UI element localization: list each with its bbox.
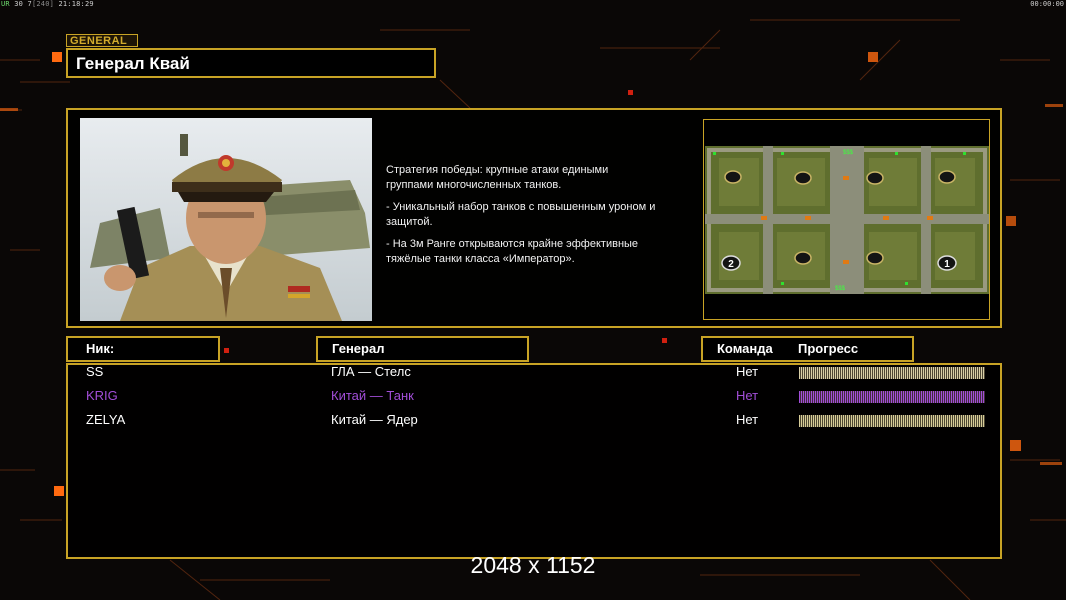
column-team-progress: Команда Прогресс: [701, 336, 914, 362]
resolution-label: 2048 x 1152: [470, 552, 596, 578]
player-nick: ZELYA: [86, 412, 126, 427]
column-team-label: Команда: [717, 341, 773, 356]
general-name: Генерал Квай: [76, 54, 190, 73]
frame-total: [240]: [31, 0, 55, 8]
player-team: Нет: [736, 364, 759, 379]
map-preview: 2 1 $$$ $$$: [705, 146, 989, 294]
player-row: SS ГЛА — Стелс Нет: [0, 363, 1066, 383]
column-nick: Ник:: [66, 336, 220, 362]
player-row: ZELYA Китай — Ядер Нет: [0, 411, 1066, 431]
description-tanks: - Уникальный набор танков с повышенным у…: [386, 201, 656, 228]
general-description: Стратегия победы: крупные атаки едиными …: [386, 163, 701, 274]
player-general: Китай — Танк: [331, 388, 414, 403]
player-general: Китай — Ядер: [331, 412, 418, 427]
player-nick: SS: [86, 364, 104, 379]
start-position-2: 2: [728, 259, 734, 270]
ur-label: UR: [1, 0, 10, 8]
start-position-1: 1: [944, 259, 950, 270]
game-timer: 00:00:00: [1030, 0, 1064, 8]
player-progress-bar: [799, 391, 985, 403]
column-general: Генерал: [316, 336, 529, 362]
description-rank3: - На 3м Ранге открываются крайне эффекти…: [386, 238, 639, 265]
player-team: Нет: [736, 412, 759, 427]
supply-label-top: $$$: [843, 150, 854, 156]
column-progress-label: Прогресс: [798, 341, 859, 356]
player-general: ГЛА — Стелс: [331, 364, 411, 379]
fps-counter: UR 30 7[240] 21:18:29: [1, 0, 94, 8]
general-tag: GENERAL: [66, 34, 138, 47]
column-nick-label: Ник:: [86, 341, 115, 356]
player-progress-bar: [799, 415, 985, 427]
player-team: Нет: [736, 388, 759, 403]
player-nick: KRIG: [86, 388, 118, 403]
supply-label-bottom: $$$: [835, 286, 846, 292]
column-general-label: Генерал: [332, 341, 385, 356]
general-portrait: [80, 118, 372, 321]
player-row: KRIG Китай — Танк Нет: [0, 387, 1066, 407]
player-progress-bar: [799, 367, 985, 379]
fps-value: 30: [14, 0, 24, 8]
general-name-box: Генерал Квай: [66, 48, 436, 78]
clock: 21:18:29: [58, 0, 94, 8]
description-strategy: Стратегия победы: крупные атаки едиными …: [386, 164, 609, 191]
